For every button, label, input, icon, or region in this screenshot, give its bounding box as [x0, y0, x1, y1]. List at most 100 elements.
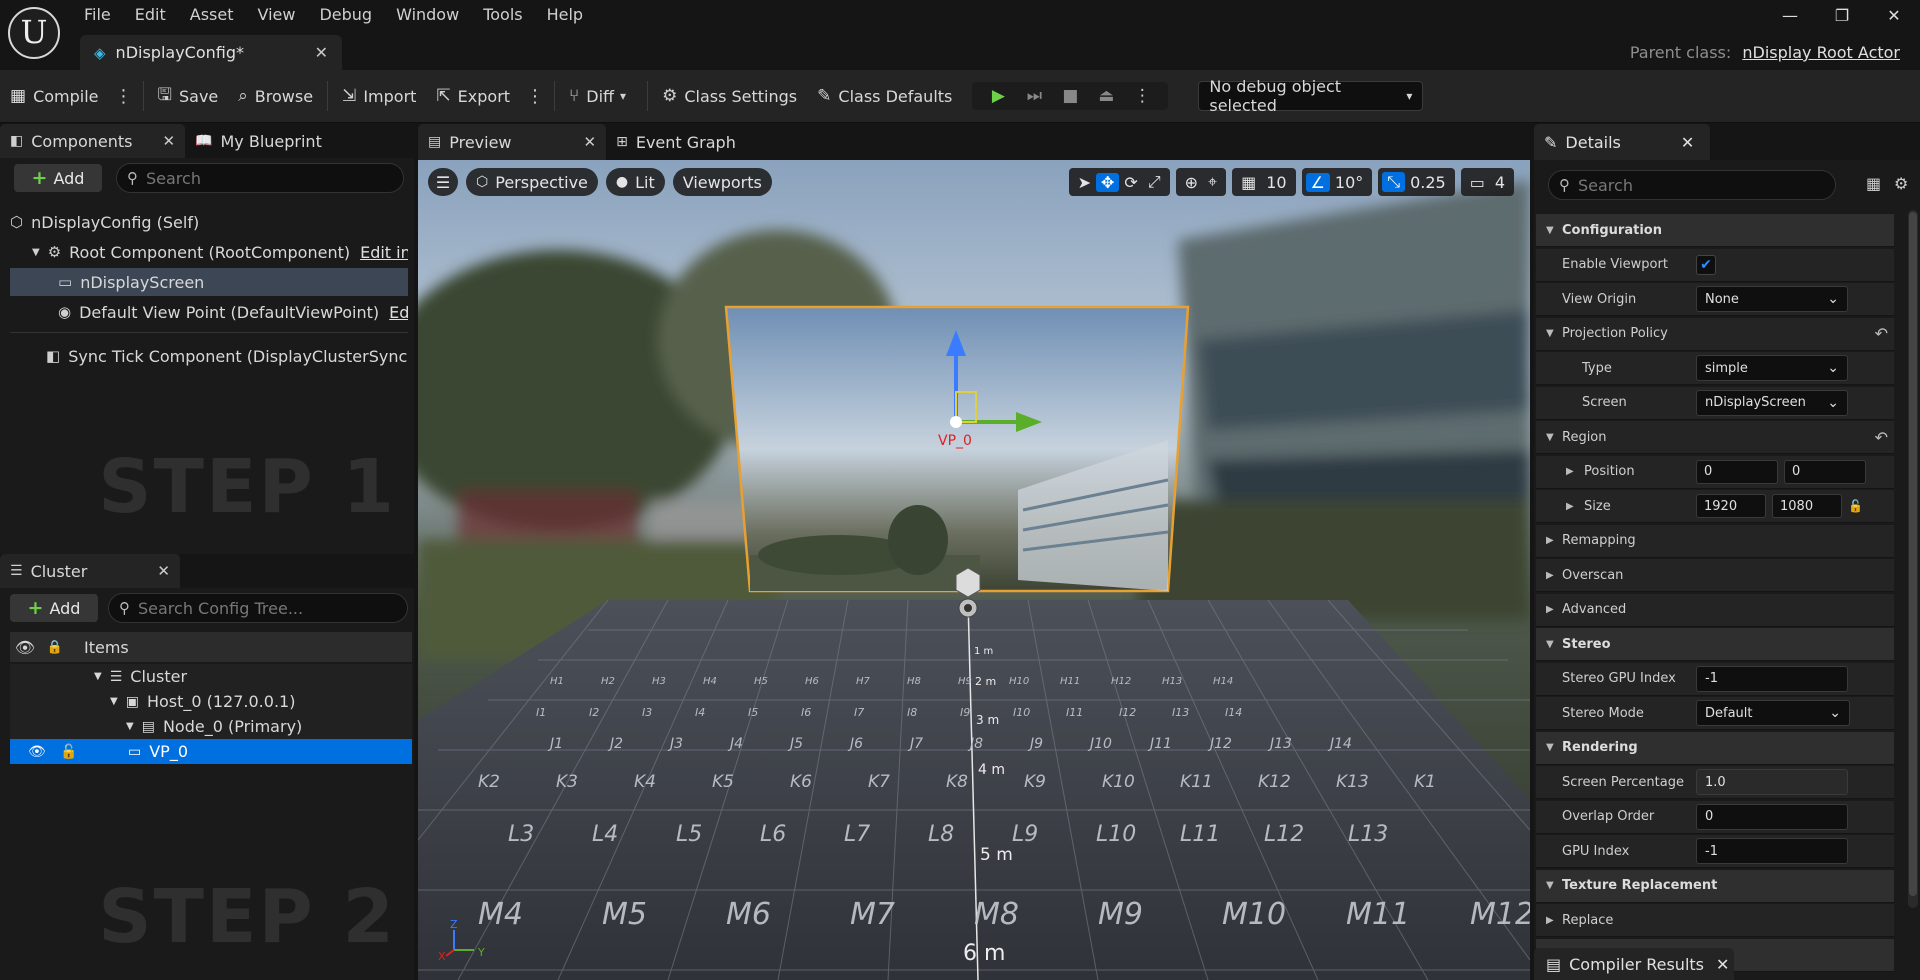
property-remapping[interactable]: ▶ Remapping: [1536, 524, 1894, 558]
debug-object-select[interactable]: No debug object selected ▾: [1198, 77, 1424, 115]
rotate-icon[interactable]: ⟳: [1119, 173, 1142, 192]
menu-help[interactable]: Help: [535, 4, 595, 26]
menu-file[interactable]: File: [70, 4, 123, 26]
select-icon[interactable]: ➤: [1073, 173, 1096, 192]
lit-button[interactable]: ● Lit: [605, 168, 665, 196]
property-configuration[interactable]: ▼ Configuration: [1536, 214, 1894, 247]
3d-viewport[interactable]: 1 m 2 m 3 m 4 m 5 m 6 m M4 M5 M6 M7 M8 M9 M10 M…: [418, 160, 1530, 980]
class-settings-button[interactable]: ⚙ Class Settings: [652, 78, 807, 114]
menu-window[interactable]: Window: [384, 4, 471, 26]
property-advanced[interactable]: ▶ Advanced: [1536, 593, 1894, 627]
restore-icon[interactable]: ❐: [1816, 6, 1868, 25]
tab-details[interactable]: ✎ Details ✕: [1534, 124, 1710, 160]
settings-icon[interactable]: ⚙: [1894, 174, 1908, 193]
property-rendering[interactable]: ▼ Rendering: [1536, 731, 1894, 765]
tree-item-viewport[interactable]: 👁 🔓 ▭ VP_0: [10, 739, 412, 764]
add-component-button[interactable]: + Add: [14, 164, 102, 192]
step-icon[interactable]: ⏭: [1016, 86, 1052, 106]
reset-to-default-icon[interactable]: ↶: [1875, 324, 1888, 343]
close-icon[interactable]: ✕: [162, 132, 175, 150]
close-icon[interactable]: ✕: [157, 562, 170, 580]
details-search[interactable]: ⚲: [1548, 170, 1836, 200]
tree-item-cluster[interactable]: ▼ ☰ Cluster: [10, 664, 412, 689]
import-button[interactable]: ⇲ Import: [332, 78, 426, 114]
scale-icon[interactable]: ⤢: [1143, 172, 1166, 192]
components-search-input[interactable]: [146, 168, 403, 188]
diff-button[interactable]: ⑂ Diff ▾: [559, 78, 643, 114]
close-icon[interactable]: ✕: [584, 133, 597, 151]
menu-asset[interactable]: Asset: [178, 4, 246, 26]
property-dropdown[interactable]: nDisplayScreen ⌄: [1696, 389, 1848, 416]
tab-event-graph[interactable]: ⊞ Event Graph: [606, 124, 746, 160]
chevron-right-icon[interactable]: ▶: [1566, 501, 1574, 512]
export-button[interactable]: ⇱ Export: [426, 78, 520, 114]
aspect-lock-icon[interactable]: 🔓: [1848, 499, 1863, 513]
unreal-logo-icon[interactable]: U: [8, 7, 60, 59]
surface-snap-icon[interactable]: ⌖: [1203, 172, 1222, 192]
property-input[interactable]: 0: [1696, 459, 1778, 484]
close-tab-icon[interactable]: ✕: [315, 43, 328, 62]
config-tree-search-input[interactable]: [138, 598, 407, 618]
minimize-icon[interactable]: —: [1764, 6, 1816, 25]
component-ndisplay-screen[interactable]: ▭ nDisplayScreen: [10, 268, 408, 296]
details-scrollbar[interactable]: [1908, 210, 1918, 908]
menu-edit[interactable]: Edit: [123, 4, 178, 26]
class-defaults-button[interactable]: ✎ Class Defaults: [807, 78, 962, 114]
translate-icon[interactable]: ✥: [1096, 172, 1120, 192]
unlock-icon[interactable]: 🔓: [60, 744, 120, 760]
edit-in-link[interactable]: Edit in: [360, 243, 408, 262]
reset-to-default-icon[interactable]: ↶: [1875, 428, 1888, 447]
menu-debug[interactable]: Debug: [307, 4, 384, 26]
component-self[interactable]: ⬡ nDisplayConfig (Self): [10, 208, 408, 236]
scale-snap-group[interactable]: ⤡ 0.25: [1378, 168, 1455, 196]
property-input[interactable]: -1: [1696, 838, 1848, 864]
components-search[interactable]: ⚲: [116, 163, 404, 193]
visibility-icon[interactable]: 👁: [10, 638, 40, 657]
rotation-snap-group[interactable]: ∠ 10°: [1301, 168, 1373, 196]
property-stereo[interactable]: ▼ Stereo: [1536, 628, 1894, 661]
property-texture-replacement[interactable]: ▼ Texture Replacement: [1536, 869, 1894, 903]
property-input[interactable]: -1: [1696, 665, 1848, 692]
browse-button[interactable]: ⌕ Browse: [228, 78, 323, 114]
save-button[interactable]: 🖫 Save: [148, 78, 229, 114]
property-input[interactable]: 0: [1784, 459, 1866, 484]
tree-item-host[interactable]: ▼ ▣ Host_0 (127.0.0.1): [10, 689, 412, 714]
menu-view[interactable]: View: [246, 4, 308, 26]
camera-speed-group[interactable]: ▭ 4: [1460, 168, 1514, 196]
compile-button[interactable]: ▦ Compile: [0, 78, 109, 114]
grid-snap-group[interactable]: ▦ 10: [1232, 168, 1296, 196]
visibility-icon[interactable]: 👁: [28, 744, 52, 760]
config-tree-search[interactable]: ⚲: [108, 593, 408, 623]
enable-viewport-checkbox[interactable]: ✔: [1696, 254, 1716, 275]
play-options-icon[interactable]: ⋮: [1124, 86, 1160, 106]
view-point-icon[interactable]: [955, 567, 981, 618]
property-region[interactable]: ▼ Region ↶: [1536, 421, 1894, 454]
close-icon[interactable]: ✕: [1716, 955, 1729, 974]
tree-item-node[interactable]: ▼ ▤ Node_0 (Primary): [10, 714, 412, 739]
export-options-icon[interactable]: ⋮: [520, 86, 550, 107]
component-sync-tick[interactable]: ◧ Sync Tick Component (DisplayClusterSyn…: [10, 342, 408, 370]
close-window-icon[interactable]: ✕: [1868, 6, 1920, 25]
property-dropdown[interactable]: Default ⌄: [1696, 700, 1850, 726]
compile-options-icon[interactable]: ⋮: [109, 86, 139, 107]
eject-icon[interactable]: ⏏: [1088, 86, 1124, 106]
tab-preview[interactable]: ▤ Preview ✕: [418, 124, 607, 160]
viewport-menu-button[interactable]: ☰: [428, 168, 458, 196]
property-dropdown[interactable]: None ⌄: [1696, 286, 1848, 312]
property-replace[interactable]: ▶ Replace: [1536, 904, 1894, 937]
property-overscan[interactable]: ▶ Overscan: [1536, 559, 1894, 592]
add-cluster-item-button[interactable]: + Add: [10, 594, 98, 622]
details-search-input[interactable]: [1578, 175, 1835, 195]
parent-class-link[interactable]: nDisplay Root Actor: [1742, 43, 1900, 62]
tab-components[interactable]: ◧ Components ✕: [0, 124, 186, 158]
stop-icon[interactable]: ■: [1052, 86, 1088, 106]
lock-icon[interactable]: 🔒: [40, 640, 70, 655]
property-matrix-icon[interactable]: ▦: [1866, 174, 1881, 193]
property-input[interactable]: 1080: [1772, 494, 1842, 518]
tab-compiler-results[interactable]: ▤ Compiler Results ✕: [1534, 948, 1734, 980]
chevron-right-icon[interactable]: ▶: [1566, 466, 1574, 477]
viewports-button[interactable]: Viewports: [672, 168, 772, 196]
property-input[interactable]: 1920: [1696, 494, 1766, 518]
property-input[interactable]: 1.0: [1696, 769, 1848, 795]
close-icon[interactable]: ✕: [1681, 133, 1694, 152]
